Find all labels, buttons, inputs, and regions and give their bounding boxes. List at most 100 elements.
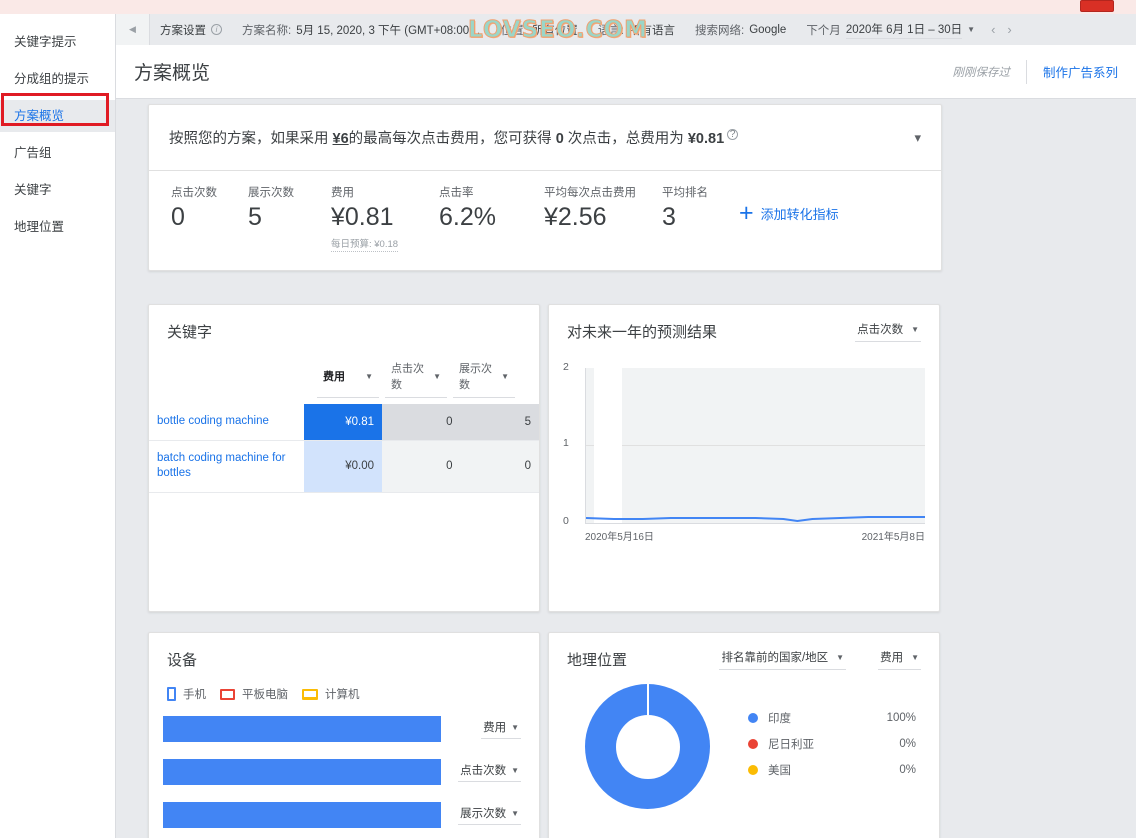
plan-toolbar: ◀ 方案设置 i 方案名称: 5月 15, 2020, 3 下午 (GMT+08… (116, 14, 1136, 45)
geo-card-head: 地理位置 排名靠前的国家/地区 ▼ 费用 ▼ (549, 633, 939, 670)
geo-scope-label: 排名靠前的国家/地区 (721, 652, 829, 664)
sidebar-item-keywords[interactable]: 关键字 (0, 174, 115, 206)
create-campaign-button[interactable]: 制作广告系列 (1043, 62, 1118, 81)
metric-cost: 费用 ¥0.81 每日预算: ¥0.18 (331, 184, 434, 252)
language-group[interactable]: 语言: 所有语言 (588, 22, 685, 38)
plan-name-value: 5月 15, 2020, 3 下午 (GMT+08:00… (296, 24, 481, 37)
geo-legend-label: 印度 (768, 712, 791, 725)
legend-item-mobile[interactable]: 手机 (167, 686, 206, 702)
legend-item-tablet[interactable]: 平板电脑 (220, 686, 288, 702)
sidebar-item-grouped-ideas[interactable]: 分成组的提示 (0, 63, 115, 95)
keywords-card-title: 关键字 (167, 324, 213, 341)
header-divider (1025, 59, 1027, 84)
column-header-cost[interactable]: 费用 ▼ (317, 360, 379, 398)
summary-text-part2: 的最高每次点击费用，您可获得 (348, 131, 556, 147)
forecast-card-title: 对未来一年的预测结果 (567, 324, 718, 341)
summary-max-cpc[interactable]: ¥6 (333, 131, 349, 147)
device-metric-selector-clicks[interactable]: 点击次数 ▼ (458, 762, 521, 782)
metric-avg-cpc: 平均每次点击费用 ¥2.56 (544, 184, 657, 232)
sidebar-item-locations[interactable]: 地理位置 (0, 211, 115, 243)
keyword-link[interactable]: bottle coding machine (149, 404, 304, 441)
device-metric-selector-impressions[interactable]: 展示次数 ▼ (458, 805, 521, 825)
legend-item-computer[interactable]: 计算机 (302, 686, 360, 702)
summary-metrics-row: 点击次数 0 展示次数 5 费用 ¥0.81 每日预算: ¥0.18 点击率 6… (149, 171, 941, 270)
metric-avg-position: 平均排名 3 (662, 184, 734, 232)
forecast-metric-selector[interactable]: 点击次数 ▼ (855, 321, 921, 342)
geo-donut-chart (585, 684, 710, 809)
legend-dot-icon (748, 712, 758, 723)
chevron-down-icon: ▼ (511, 808, 519, 818)
sidebar-item-ad-groups[interactable]: 广告组 (0, 137, 115, 169)
geo-legend-item-nigeria[interactable]: 尼日利亚 0% (748, 736, 916, 752)
daily-budget-note[interactable]: 每日预算: ¥0.18 (331, 236, 399, 252)
summary-banner: 按照您的方案，如果采用 ¥6的最高每次点击费用，您可获得 0 次点击，总费用为 … (149, 105, 941, 171)
devices-card-head: 设备 (149, 633, 539, 670)
add-conversion-metric-button[interactable]: + 添加转化指标 (739, 198, 839, 227)
keywords-table: bottle coding machine ¥0.81 0 5 batch co… (149, 404, 539, 493)
column-header-clicks[interactable]: 点击次数 ▼ (385, 360, 447, 398)
phone-icon (167, 687, 176, 701)
chevron-down-icon[interactable]: ▼ (967, 25, 975, 34)
device-bar (163, 759, 441, 785)
plan-summary-card: 按照您的方案，如果采用 ¥6的最高每次点击费用，您可获得 0 次点击，总费用为 … (148, 104, 942, 271)
keyword-link[interactable]: batch coding machine for bottles (149, 440, 304, 493)
question-icon[interactable]: ? (727, 129, 739, 141)
column-header-impressions[interactable]: 展示次数 ▼ (453, 360, 515, 398)
column-header-label: 费用 (323, 371, 345, 383)
summary-total-cost: ¥0.81 (687, 131, 725, 147)
geo-metric-label: 费用 (880, 652, 904, 664)
devices-card-title: 设备 (167, 652, 198, 669)
cell-cost: ¥0.81 (304, 404, 382, 441)
keywords-card: 关键字 费用 ▼ 点击次数 ▼ 展示次数 ▼ bottle coding mac… (148, 304, 540, 612)
location-label: 位置: (500, 24, 527, 37)
language-value: 所有语言 (629, 24, 676, 37)
legend-dot-icon (748, 738, 758, 749)
location-group[interactable]: 位置: 所有位置 (491, 22, 588, 38)
plan-settings-group[interactable]: 方案设置 i (150, 22, 232, 38)
table-row[interactable]: bottle coding machine ¥0.81 0 5 (149, 404, 539, 441)
legend-dot-icon (748, 764, 758, 775)
legend-label: 平板电脑 (242, 689, 288, 701)
plan-name-group[interactable]: 方案名称: 5月 15, 2020, 3 下午 (GMT+08:00… (232, 22, 491, 38)
sidebar-item-label: 关键字提示 (14, 35, 77, 49)
sidebar-item-label: 地理位置 (14, 220, 65, 234)
metric-label: 平均每次点击费用 (544, 187, 636, 199)
chevron-left-icon[interactable]: ‹ (985, 22, 1001, 37)
sidebar-item-keyword-ideas[interactable]: 关键字提示 (0, 26, 115, 58)
summary-clicks: 0 (555, 131, 564, 147)
keywords-card-head: 关键字 费用 ▼ 点击次数 ▼ 展示次数 ▼ (149, 305, 539, 398)
language-label: 语言: (597, 24, 625, 37)
device-bar (163, 802, 441, 828)
metric-label: 点击率 (439, 187, 474, 199)
geo-legend-item-usa[interactable]: 美国 0% (748, 762, 916, 778)
device-metric-label: 展示次数 (460, 808, 507, 820)
geo-scope-selector[interactable]: 排名靠前的国家/地区 ▼ (719, 649, 847, 670)
y-tick-2: 2 (563, 361, 569, 373)
table-row[interactable]: batch coding machine for bottles ¥0.00 0… (149, 440, 539, 493)
chevron-down-icon: ▼ (511, 765, 519, 775)
date-range-group[interactable]: 下个月 2020年 6月 1日 – 30日 ▼ (796, 21, 985, 39)
device-metric-selector-cost[interactable]: 费用 ▼ (481, 719, 521, 739)
collapse-panel-icon[interactable]: ◀ (116, 14, 150, 45)
red-action-button[interactable] (1080, 0, 1114, 12)
geo-legend-item-india[interactable]: 印度 100% (748, 710, 916, 726)
chevron-right-icon[interactable]: › (1001, 22, 1017, 37)
sidebar-item-label: 分成组的提示 (14, 72, 90, 86)
metric-value: ¥0.81 (331, 203, 394, 231)
cell-impressions: 5 (460, 404, 539, 441)
geo-metric-selector[interactable]: 费用 ▼ (878, 649, 921, 670)
chevron-down-icon[interactable]: ▾ (914, 130, 921, 146)
metric-value: ¥2.56 (544, 203, 607, 231)
network-group[interactable]: 搜索网络: Google (685, 22, 796, 38)
plus-icon: + (739, 198, 754, 227)
forecast-x-axis (585, 523, 925, 524)
chevron-down-icon: ▼ (836, 652, 845, 662)
sidebar-item-plan-overview[interactable]: 方案概览 (0, 100, 115, 132)
metric-impressions: 展示次数 5 (248, 184, 326, 232)
browser-top-strip (0, 0, 1136, 14)
info-icon[interactable]: i (211, 24, 222, 35)
sidebar-item-label: 方案概览 (14, 109, 65, 123)
device-bar-row-cost: 费用 ▼ (163, 716, 521, 742)
page-header: 方案概览 刚刚保存过 制作广告系列 (116, 45, 1136, 99)
device-metric-label: 点击次数 (460, 765, 507, 777)
